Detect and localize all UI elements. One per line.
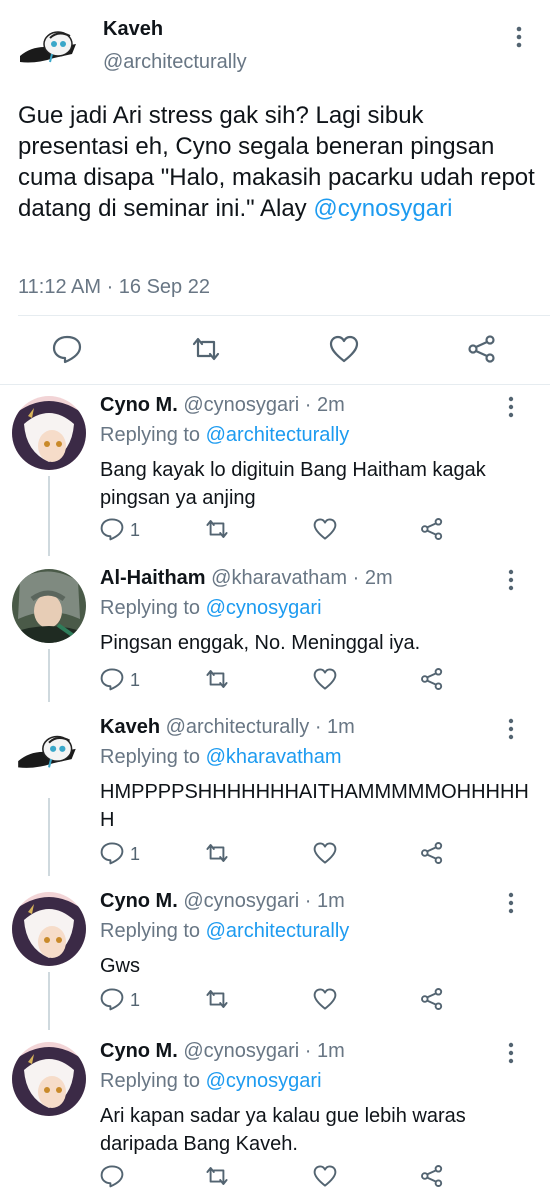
- replying-to-link[interactable]: @kharavatham: [206, 746, 342, 768]
- like-icon[interactable]: [313, 667, 339, 693]
- share-icon[interactable]: [467, 334, 497, 364]
- replying-to-label: Replying to: [100, 1070, 206, 1092]
- avatar-cyno[interactable]: [12, 1042, 86, 1116]
- reply-tweet[interactable]: Kaveh @architecturally · 1m Replying to …: [0, 706, 550, 876]
- author-meta[interactable]: @architecturally · 1m: [166, 716, 355, 738]
- author-meta[interactable]: @cynosygari · 1m: [183, 1040, 344, 1062]
- replying-to-link[interactable]: @architecturally: [206, 920, 350, 942]
- reply-header: Cyno M. @cynosygari · 1m: [100, 1040, 345, 1063]
- retweet-icon[interactable]: [205, 517, 231, 543]
- replying-to-label: Replying to: [100, 597, 206, 619]
- reply-tweet[interactable]: Cyno M. @cynosygari · 1m Replying to @ar…: [0, 880, 550, 1030]
- reply-icon[interactable]: [100, 1164, 126, 1190]
- author-meta[interactable]: @cynosygari · 1m: [183, 890, 344, 912]
- avatar-kaveh[interactable]: [12, 718, 86, 792]
- reply-text: HMPPPPSHHHHHHHAITHAMMMMMOHHHHHH: [100, 781, 529, 831]
- replying-to: Replying to @kharavatham: [100, 746, 342, 769]
- retweet-icon[interactable]: [205, 841, 231, 867]
- reply-icon[interactable]: [100, 841, 126, 867]
- author-name[interactable]: Al-Haitham: [100, 567, 206, 589]
- like-icon[interactable]: [313, 1164, 339, 1190]
- replying-to-label: Replying to: [100, 920, 206, 942]
- retweet-icon[interactable]: [205, 1164, 231, 1190]
- reply-header: Cyno M. @cynosygari · 2m: [100, 394, 345, 417]
- replying-to: Replying to @cynosygari: [100, 597, 322, 620]
- thread-line: [48, 649, 50, 702]
- reply-count: 1: [130, 670, 141, 690]
- replying-to: Replying to @cynosygari: [100, 1070, 322, 1093]
- replying-to-label: Replying to: [100, 424, 206, 446]
- more-options-icon[interactable]: [505, 396, 517, 418]
- replying-to-link[interactable]: @cynosygari: [206, 1070, 322, 1092]
- share-icon[interactable]: [420, 517, 446, 543]
- reply-tweet[interactable]: Cyno M. @cynosygari · 1m Replying to @cy…: [0, 1030, 550, 1200]
- retweet-icon[interactable]: [205, 667, 231, 693]
- thread-line: [48, 476, 50, 556]
- retweet-icon[interactable]: [205, 987, 231, 1013]
- reply-icon[interactable]: [100, 517, 126, 543]
- reply-icon[interactable]: [100, 667, 126, 693]
- like-icon[interactable]: [313, 987, 339, 1013]
- reply-text: Bang kayak lo digituin Bang Haitham kaga…: [100, 459, 486, 509]
- thread-line: [48, 798, 50, 876]
- author-name[interactable]: Kaveh: [103, 18, 163, 41]
- reply-header: Cyno M. @cynosygari · 1m: [100, 890, 345, 913]
- avatar-cyno[interactable]: [12, 892, 86, 966]
- avatar-kaveh[interactable]: [14, 14, 86, 86]
- author-name[interactable]: Cyno M.: [100, 1040, 178, 1062]
- author-meta[interactable]: @cynosygari · 2m: [183, 394, 344, 416]
- avatar-cyno[interactable]: [12, 396, 86, 470]
- replying-to-link[interactable]: @cynosygari: [206, 597, 322, 619]
- reply-icon[interactable]: [52, 334, 82, 364]
- replying-to-label: Replying to: [100, 746, 206, 768]
- reply-header: Kaveh @architecturally · 1m: [100, 716, 355, 739]
- main-tweet: Kaveh @architecturally Gue jadi Ari stre…: [0, 0, 550, 385]
- more-options-icon[interactable]: [505, 718, 517, 740]
- author-name[interactable]: Kaveh: [100, 716, 160, 738]
- mention-link[interactable]: @cynosygari: [313, 195, 452, 222]
- reply-tweet[interactable]: Al-Haitham @kharavatham · 2m Replying to…: [0, 557, 550, 702]
- reply-count: 1: [130, 990, 141, 1010]
- reply-text: Gws: [100, 955, 140, 977]
- like-icon[interactable]: [313, 517, 339, 543]
- share-icon[interactable]: [420, 1164, 446, 1190]
- divider: [18, 315, 550, 316]
- reply-count: 1: [130, 844, 141, 864]
- reply-header: Al-Haitham @kharavatham · 2m: [100, 567, 393, 590]
- reply-text: Ari kapan sadar ya kalau gue lebih waras…: [100, 1105, 466, 1155]
- share-icon[interactable]: [420, 987, 446, 1013]
- like-icon[interactable]: [329, 334, 359, 364]
- author-handle[interactable]: @architecturally: [103, 51, 247, 74]
- reply-count: 1: [130, 520, 141, 540]
- tweet-timestamp[interactable]: 11:12 AM · 16 Sep 22: [18, 276, 210, 299]
- replying-to-link[interactable]: @architecturally: [206, 424, 350, 446]
- more-options-icon[interactable]: [505, 892, 517, 914]
- author-name[interactable]: Cyno M.: [100, 890, 178, 912]
- more-options-icon[interactable]: [505, 1042, 517, 1064]
- reply-tweet[interactable]: Cyno M. @cynosygari · 2m Replying to @ar…: [0, 384, 550, 557]
- author-meta[interactable]: @kharavatham · 2m: [211, 567, 392, 589]
- share-icon[interactable]: [420, 667, 446, 693]
- retweet-icon[interactable]: [191, 334, 221, 364]
- like-icon[interactable]: [313, 841, 339, 867]
- replying-to: Replying to @architecturally: [100, 920, 349, 943]
- author-name[interactable]: Cyno M.: [100, 394, 178, 416]
- replying-to: Replying to @architecturally: [100, 424, 349, 447]
- reply-text: Pingsan enggak, No. Meninggal iya.: [100, 632, 421, 654]
- more-options-icon[interactable]: [505, 569, 517, 591]
- thread-line: [48, 972, 50, 1030]
- share-icon[interactable]: [420, 841, 446, 867]
- tweet-text: Gue jadi Ari stress gak sih? Lagi sibuk …: [18, 100, 538, 224]
- more-options-icon[interactable]: [512, 25, 526, 49]
- avatar-al-haitham[interactable]: [12, 569, 86, 643]
- tweet-body: Gue jadi Ari stress gak sih? Lagi sibuk …: [18, 102, 535, 222]
- reply-icon[interactable]: [100, 987, 126, 1013]
